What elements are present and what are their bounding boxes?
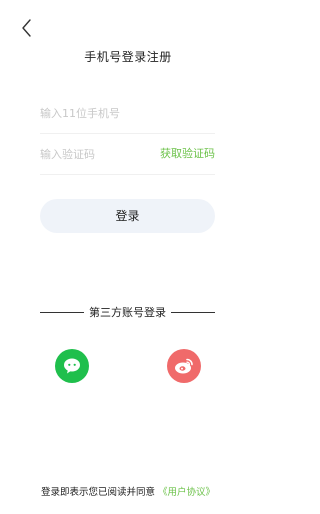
user-agreement-link[interactable]: 《用户协议》 bbox=[158, 487, 215, 498]
third-party-divider: 第三方账号登录 bbox=[40, 304, 215, 320]
divider-line-left bbox=[40, 311, 84, 313]
page-title: 手机号登录注册 bbox=[84, 50, 172, 64]
agreement-prefix: 登录即表示您已阅读并同意 bbox=[40, 487, 155, 498]
divider-line-right bbox=[171, 311, 215, 313]
code-field: 获取验证码 bbox=[40, 134, 215, 175]
get-code-button[interactable]: 获取验证码 bbox=[160, 134, 215, 174]
login-button[interactable]: 登录 bbox=[40, 199, 215, 233]
third-party-label: 第三方账号登录 bbox=[89, 306, 166, 319]
verification-code-input[interactable] bbox=[40, 134, 150, 174]
weibo-login-button[interactable] bbox=[167, 349, 201, 383]
wechat-icon bbox=[64, 358, 80, 374]
agreement-text: 登录即表示您已阅读并同意 《用户协议》 bbox=[0, 484, 256, 498]
weibo-icon bbox=[175, 358, 193, 374]
wechat-login-button[interactable] bbox=[55, 349, 89, 383]
phone-field bbox=[40, 93, 215, 134]
chevron-left-icon bbox=[22, 19, 31, 37]
phone-input[interactable] bbox=[40, 93, 215, 133]
back-button[interactable] bbox=[18, 18, 38, 38]
